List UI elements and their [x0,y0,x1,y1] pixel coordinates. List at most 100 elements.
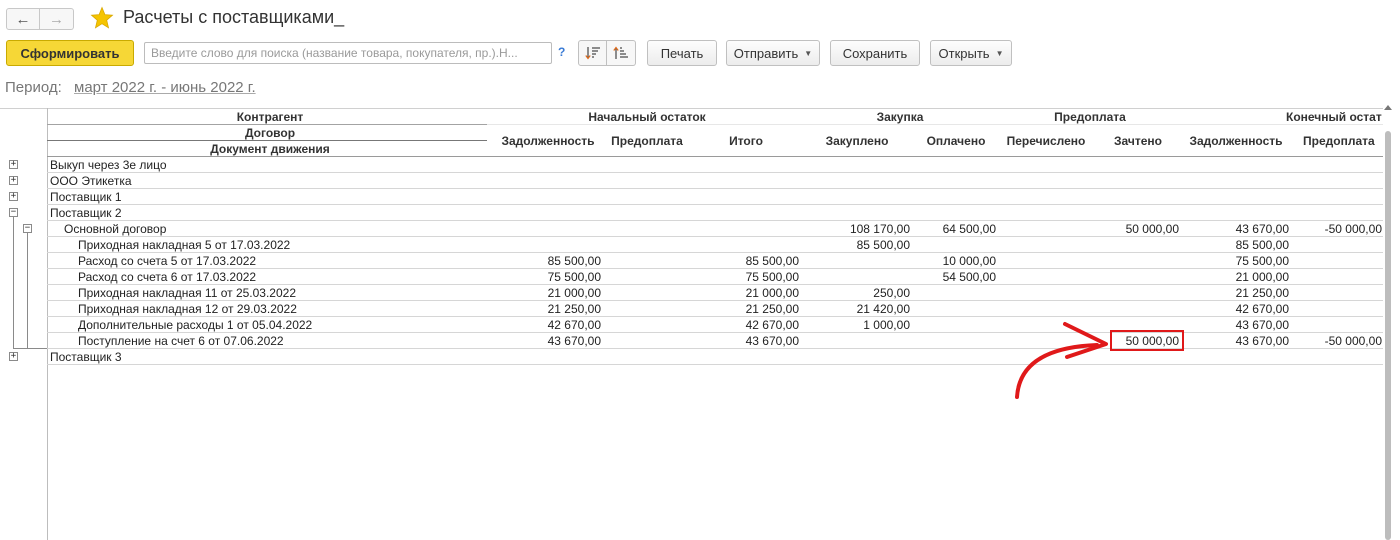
search-input[interactable] [144,42,552,64]
header-debt: Задолженность [501,134,595,148]
header-closing-prepaid: Предоплата [1303,134,1375,148]
period-link[interactable]: март 2022 г. - июнь 2022 г. [74,79,256,96]
cell-total: 42 670,00 [745,318,799,332]
cell-debt: 42 670,00 [547,318,601,332]
table-row[interactable]: − Основной договор 108 170,00 64 500,00 50 0… [0,221,1384,237]
cell-total: 85 500,00 [745,254,799,268]
header-closing-balance: Конечный остат [1286,110,1382,124]
highlight-box [1110,330,1184,351]
cell-closing-debt: 42 670,00 [1235,302,1289,316]
row-label: Приходная накладная 12 от 29.03.2022 [78,302,297,316]
header-divider-wide [47,124,1384,125]
chevron-down-icon: ▼ [804,48,813,58]
cell-debt: 21 000,00 [547,286,601,300]
period-label: Период: [5,79,62,96]
cell-purchased: 250,00 [873,286,910,300]
cell-closing-prepaid: -50 000,00 [1324,334,1382,348]
cell-closing-debt: 43 670,00 [1235,334,1289,348]
header-purchased: Закуплено [825,134,889,148]
cell-closing-debt: 43 670,00 [1235,318,1289,332]
cell-debt: 21 250,00 [547,302,601,316]
header-offset: Зачтено [1114,134,1162,148]
cell-debt: 85 500,00 [547,254,601,268]
cell-closing-debt: 43 670,00 [1235,222,1289,236]
expand-icon[interactable]: + [9,160,18,169]
table-row[interactable]: + ООО Этикетка [0,173,1384,189]
header-closing-debt: Задолженность [1189,134,1283,148]
arrow-left-icon: ← [15,10,31,28]
print-button[interactable]: Печать [647,40,717,66]
forward-button[interactable]: → [40,8,74,30]
row-label: Выкуп через 3е лицо [50,158,167,172]
cell-purchased: 1 000,00 [863,318,910,332]
cell-purchased: 108 170,00 [849,222,910,236]
table-row[interactable]: + Поставщик 3 [0,349,1384,365]
row-label: Поступление на счет 6 от 07.06.2022 [78,334,284,348]
print-label: Печать [660,45,704,61]
cell-purchased: 85 500,00 [856,238,910,252]
save-button[interactable]: Сохранить [830,40,920,66]
sort-descending-icon [584,47,600,60]
open-button[interactable]: Открыть ▼ [930,40,1012,66]
cell-purchased: 21 420,00 [856,302,910,316]
row-label: Поставщик 1 [50,190,122,204]
table-row[interactable]: Приходная накладная 12 от 29.03.2022 21 2… [0,301,1384,317]
vertical-scrollbar[interactable] [1383,103,1393,540]
table-row[interactable]: + Поставщик 1 [0,189,1384,205]
cell-total: 75 500,00 [745,270,799,284]
sort-descending-button[interactable] [578,40,607,66]
cell-paid: 64 500,00 [942,222,996,236]
header-transferred: Перечислено [1006,134,1086,148]
help-icon[interactable]: ? [558,45,565,59]
cell-total: 21 250,00 [745,302,799,316]
cell-offset: 50 000,00 [1125,222,1179,236]
table-row[interactable]: Расход со счета 6 от 17.03.2022 75 500,00… [0,269,1384,285]
cell-total: 21 000,00 [745,286,799,300]
cell-paid: 10 000,00 [942,254,996,268]
chevron-down-icon: ▼ [995,48,1004,58]
send-button[interactable]: Отправить ▼ [726,40,820,66]
cell-closing-debt: 21 250,00 [1235,286,1289,300]
header-document: Документ движения [210,142,330,156]
row-label: Расход со счета 6 от 17.03.2022 [78,270,257,284]
row-label: Дополнительные расходы 1 от 05.04.2022 [78,318,313,332]
collapse-icon[interactable]: − [23,224,32,233]
header-contract: Договор [244,126,296,140]
row-label: Расход со счета 5 от 17.03.2022 [78,254,257,268]
table-row[interactable]: + Выкуп через 3е лицо [0,157,1384,173]
row-label: Основной договор [64,222,167,236]
table-row[interactable]: Приходная накладная 5 от 17.03.2022 85 50… [0,237,1384,253]
row-label: Приходная накладная 11 от 25.03.2022 [78,286,296,300]
row-label: Поставщик 2 [50,206,122,220]
collapse-icon[interactable]: − [9,208,18,217]
open-label: Открыть [938,45,990,61]
cell-closing-debt: 75 500,00 [1235,254,1289,268]
row-label: ООО Этикетка [50,174,132,188]
header-paid: Оплачено [926,134,986,148]
header-divider-2 [47,140,487,141]
expand-icon[interactable]: + [9,352,18,361]
header-counterparty: Контрагент [236,110,304,124]
expand-icon[interactable]: + [9,176,18,185]
scroll-up-icon[interactable] [1384,105,1392,110]
back-button[interactable]: ← [6,8,40,30]
row-label: Поставщик 3 [50,350,122,364]
header-purchase: Закупка [876,110,924,124]
save-label: Сохранить [842,45,908,61]
cell-paid: 54 500,00 [942,270,996,284]
table-row[interactable]: Приходная накладная 11 от 25.03.2022 21 0… [0,285,1384,301]
cell-closing-debt: 21 000,00 [1235,270,1289,284]
send-label: Отправить [733,45,799,61]
header-prepayment: Предоплата [1054,110,1126,124]
report-top-border [0,108,1384,109]
star-icon[interactable] [90,6,114,30]
table-row[interactable]: Расход со счета 5 от 17.03.2022 85 500,00… [0,253,1384,269]
table-row[interactable]: − Поставщик 2 [0,205,1384,221]
scrollbar-thumb[interactable] [1385,131,1391,540]
sort-ascending-button[interactable] [607,40,636,66]
generate-report-button[interactable]: Сформировать [6,40,134,66]
expand-icon[interactable]: + [9,192,18,201]
arrow-right-icon: → [49,10,64,28]
cell-total: 43 670,00 [745,334,799,348]
page-title: Расчеты с поставщиками_ [123,7,345,27]
